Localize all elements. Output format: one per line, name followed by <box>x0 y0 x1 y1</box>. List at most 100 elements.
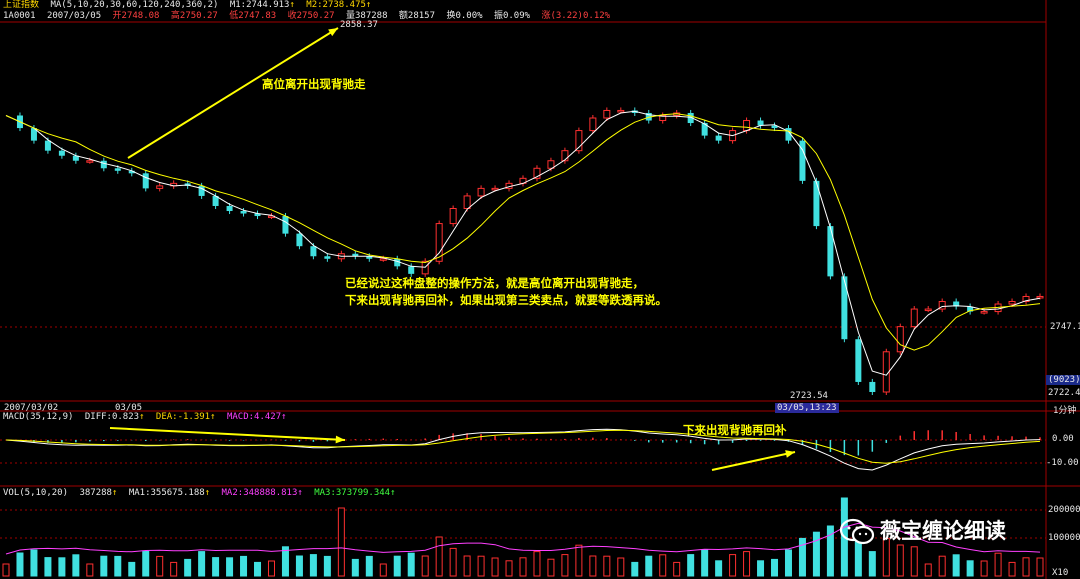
low-price-label: 2723.54 <box>790 391 828 401</box>
volume-bar <box>365 555 373 577</box>
macd-dea: DEA:-1.391 <box>155 412 211 422</box>
candle-down <box>827 226 834 277</box>
arrow-macd-left-head <box>335 435 345 444</box>
volume-bar <box>198 551 206 577</box>
volume-bar <box>72 554 80 577</box>
vol-100k-label: 100000 <box>1048 533 1080 543</box>
candle-up <box>924 308 932 312</box>
volume-bar <box>267 560 275 577</box>
volume-bar <box>812 531 820 577</box>
candle-down <box>813 180 820 227</box>
volume-bar <box>715 560 723 577</box>
candle-down <box>408 266 415 274</box>
volume-bar <box>323 555 331 577</box>
arrow-macd-right-head <box>785 450 795 458</box>
candle-down <box>855 339 862 382</box>
volume-bar <box>896 544 904 577</box>
annotation-note-line2: 下来出现背驰再回补，如果出现第三类卖点，就要等跌透再说。 <box>345 293 667 307</box>
volume-bar <box>309 554 317 577</box>
candle-up <box>86 160 94 163</box>
vol-ma3: MA3:373799.344 <box>314 488 391 498</box>
volume-bar <box>1008 561 1016 577</box>
volume-bar <box>547 558 555 577</box>
volume-bar <box>631 561 639 577</box>
volume-bar <box>156 555 164 577</box>
volume-bar <box>295 555 303 577</box>
volume-bar <box>58 557 66 577</box>
volume-bar <box>924 563 932 577</box>
vol-200k-label: 200000 <box>1048 505 1080 515</box>
volume-bar <box>16 552 24 577</box>
macd-diff-line <box>5 428 1041 471</box>
ma-short-line <box>5 110 1041 376</box>
volume-bar <box>128 561 136 577</box>
volume-bar <box>393 555 401 577</box>
volume-bar <box>701 549 709 577</box>
arrow-macd-left <box>109 427 346 441</box>
volume-bar <box>952 554 960 577</box>
arrow-macd-right <box>711 451 796 471</box>
candle-down <box>869 381 876 392</box>
volume-bar <box>240 555 248 577</box>
candle-up <box>743 120 751 132</box>
candle-up <box>910 308 918 328</box>
volume-bar <box>281 546 289 577</box>
volume-bar <box>687 554 695 577</box>
volume-bar <box>868 551 876 577</box>
volume-bar <box>533 551 541 577</box>
volume-bar <box>463 555 471 577</box>
candle-up <box>603 109 611 119</box>
cursor-time-label: 03/05,13:23 <box>775 403 839 413</box>
volume-bar <box>994 552 1002 577</box>
right-bottom-label: 2722.40 <box>1048 388 1080 398</box>
vol-x10-label: X10 <box>1052 568 1069 578</box>
volume-bar <box>114 555 122 577</box>
volume-bar <box>659 554 667 577</box>
volume-bar <box>561 554 569 577</box>
annotation-high-divergence: 高位离开出现背驰走 <box>262 77 366 91</box>
volume-bar <box>771 558 779 577</box>
volume-bar <box>784 549 792 577</box>
volume-bar <box>435 536 443 577</box>
volume-bar <box>337 507 345 577</box>
volume-bar <box>44 557 52 577</box>
candle-down <box>310 246 317 257</box>
candle-down <box>44 140 51 151</box>
candle-down <box>142 173 149 189</box>
arrow-main-up <box>127 27 339 159</box>
candle-down <box>114 168 121 171</box>
watermark-text: 薇宝缠论细读 <box>880 519 1006 543</box>
volume-bar <box>617 557 625 577</box>
volume-bar <box>30 549 38 577</box>
volume-bar <box>575 544 583 577</box>
candle-up <box>617 109 625 113</box>
macd-diff: DIFF:0.823 <box>84 412 140 422</box>
candle-up <box>463 195 471 209</box>
annotation-macd: 下来出现背驰再回补 <box>683 423 787 437</box>
candle-up <box>589 117 597 132</box>
volume-bar <box>938 555 946 577</box>
volume-bar <box>519 557 527 577</box>
volume-bar <box>1022 557 1030 577</box>
volume-bar <box>2 563 10 577</box>
volume-bar <box>477 555 485 577</box>
candle-up <box>1036 295 1044 299</box>
volume-bar <box>645 555 653 577</box>
volume-bar <box>226 557 234 577</box>
period-label[interactable]: 1分钟 <box>1053 403 1076 416</box>
volume-bar <box>351 558 359 577</box>
volume-bar <box>910 546 918 577</box>
volume-bar <box>491 557 499 577</box>
volume-bar <box>212 557 220 577</box>
volume-bar <box>421 555 429 577</box>
volume-bar <box>603 555 611 577</box>
macd-macd: MACD:4.427 <box>226 412 282 422</box>
vol-ma1: MA1:355675.188 <box>128 488 205 498</box>
candle-up <box>980 311 988 314</box>
macd-dea-line <box>5 429 1041 464</box>
volume-bar <box>100 555 108 577</box>
candle-up <box>896 326 904 353</box>
candle-down <box>100 160 107 169</box>
ma-long-line <box>5 113 1041 351</box>
candle-up <box>1008 301 1016 305</box>
